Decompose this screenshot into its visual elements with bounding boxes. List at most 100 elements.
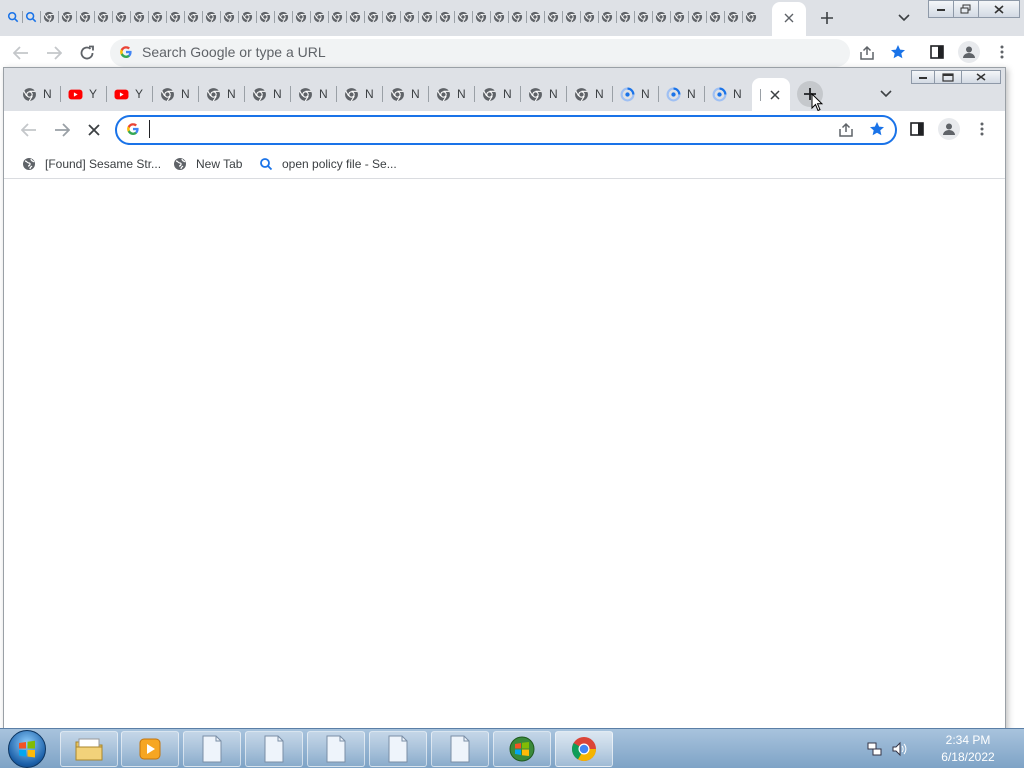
outer-tab[interactable] — [742, 5, 760, 29]
back-icon[interactable] — [18, 121, 40, 139]
outer-tab[interactable] — [130, 5, 148, 29]
tab[interactable]: Y — [106, 82, 152, 106]
outer-tab[interactable] — [220, 5, 238, 29]
active-tab[interactable] — [752, 78, 790, 111]
outer-tab[interactable] — [634, 5, 652, 29]
outer-tab[interactable] — [40, 5, 58, 29]
maximize-button[interactable] — [934, 70, 962, 84]
tab[interactable]: N — [336, 82, 382, 106]
profile-avatar-icon[interactable] — [958, 41, 980, 63]
clock[interactable]: 2:34 PM 6/18/2022 — [928, 732, 1008, 766]
outer-tab[interactable] — [274, 5, 292, 29]
taskbar-document-button[interactable] — [245, 731, 303, 767]
outer-tab[interactable] — [580, 5, 598, 29]
outer-tab[interactable] — [238, 5, 256, 29]
profile-avatar-icon[interactable] — [938, 118, 960, 140]
omnibox-input[interactable] — [156, 118, 816, 142]
start-button[interactable] — [8, 730, 46, 768]
outer-tab[interactable] — [202, 5, 220, 29]
back-icon[interactable] — [10, 44, 32, 62]
taskbar-document-button[interactable] — [431, 731, 489, 767]
tab-search-button[interactable] — [892, 6, 916, 30]
restore-button[interactable] — [953, 0, 979, 18]
outer-tab[interactable] — [418, 5, 436, 29]
outer-tab[interactable] — [22, 5, 40, 29]
bookmark-item[interactable]: New Tab — [173, 153, 242, 175]
tab[interactable]: N — [704, 82, 750, 106]
bookmark-item[interactable]: [Found] Sesame Str... — [22, 153, 161, 175]
outer-tab[interactable] — [364, 5, 382, 29]
tab[interactable]: N — [152, 82, 198, 106]
taskbar-media-player-button[interactable] — [121, 731, 179, 767]
outer-tab[interactable] — [544, 5, 562, 29]
stop-loading-icon[interactable] — [83, 120, 105, 140]
outer-tab[interactable] — [724, 5, 742, 29]
tab[interactable]: N — [198, 82, 244, 106]
new-tab-button[interactable] — [815, 6, 839, 30]
outer-tab[interactable] — [148, 5, 166, 29]
tab[interactable]: N — [474, 82, 520, 106]
tab[interactable]: N — [520, 82, 566, 106]
outer-tab[interactable] — [454, 5, 472, 29]
outer-tab[interactable] — [346, 5, 364, 29]
outer-tab[interactable] — [400, 5, 418, 29]
tab[interactable]: Y — [60, 82, 106, 106]
outer-tab[interactable] — [292, 5, 310, 29]
taskbar-windows-app-button[interactable] — [493, 731, 551, 767]
outer-tab[interactable] — [166, 5, 184, 29]
close-window-button[interactable] — [961, 70, 1001, 84]
outer-tab[interactable] — [256, 5, 274, 29]
tab[interactable]: N — [566, 82, 612, 106]
minimize-button[interactable] — [928, 0, 954, 18]
outer-tab[interactable] — [328, 5, 346, 29]
menu-icon[interactable] — [996, 43, 1008, 61]
outer-tab[interactable] — [184, 5, 202, 29]
outer-tab[interactable] — [382, 5, 400, 29]
outer-tab[interactable] — [652, 5, 670, 29]
outer-active-tab[interactable] — [772, 2, 806, 36]
outer-tab[interactable] — [598, 5, 616, 29]
reload-icon[interactable] — [76, 43, 98, 63]
share-icon[interactable] — [836, 120, 856, 140]
minimize-button[interactable] — [911, 70, 935, 84]
outer-tab[interactable] — [472, 5, 490, 29]
tab-search-button[interactable] — [874, 82, 898, 106]
outer-tab[interactable] — [688, 5, 706, 29]
taskbar-chrome-button[interactable] — [555, 731, 613, 767]
taskbar-document-button[interactable] — [369, 731, 427, 767]
outer-tab[interactable] — [436, 5, 454, 29]
outer-tab[interactable] — [4, 5, 22, 29]
bookmark-star-icon[interactable] — [888, 42, 908, 62]
bookmark-star-icon[interactable] — [867, 119, 887, 139]
outer-tab[interactable] — [526, 5, 544, 29]
forward-icon[interactable] — [43, 44, 65, 62]
tab[interactable]: N — [244, 82, 290, 106]
outer-tab[interactable] — [616, 5, 634, 29]
close-tab-icon[interactable] — [770, 89, 780, 100]
tab[interactable]: N — [14, 82, 60, 106]
tab[interactable]: N — [612, 82, 658, 106]
network-icon[interactable] — [866, 740, 884, 758]
outer-tab[interactable] — [706, 5, 724, 29]
tab[interactable]: N — [428, 82, 474, 106]
tab[interactable]: N — [290, 82, 336, 106]
outer-tab[interactable] — [310, 5, 328, 29]
close-tab-icon[interactable] — [784, 10, 794, 28]
menu-icon[interactable] — [976, 120, 988, 138]
outer-tab[interactable] — [94, 5, 112, 29]
outer-tab[interactable] — [670, 5, 688, 29]
tab[interactable]: N — [658, 82, 704, 106]
taskbar-document-button[interactable] — [307, 731, 365, 767]
outer-tab[interactable] — [490, 5, 508, 29]
share-icon[interactable] — [857, 43, 877, 63]
volume-icon[interactable] — [890, 740, 908, 758]
outer-tab[interactable] — [508, 5, 526, 29]
outer-tab[interactable] — [112, 5, 130, 29]
forward-icon[interactable] — [51, 121, 73, 139]
outer-tab[interactable] — [76, 5, 94, 29]
outer-tab[interactable] — [562, 5, 580, 29]
taskbar-document-button[interactable] — [183, 731, 241, 767]
side-panel-icon[interactable] — [908, 120, 926, 138]
outer-tab[interactable] — [58, 5, 76, 29]
bookmark-item[interactable]: open policy file - Se... — [259, 153, 397, 175]
